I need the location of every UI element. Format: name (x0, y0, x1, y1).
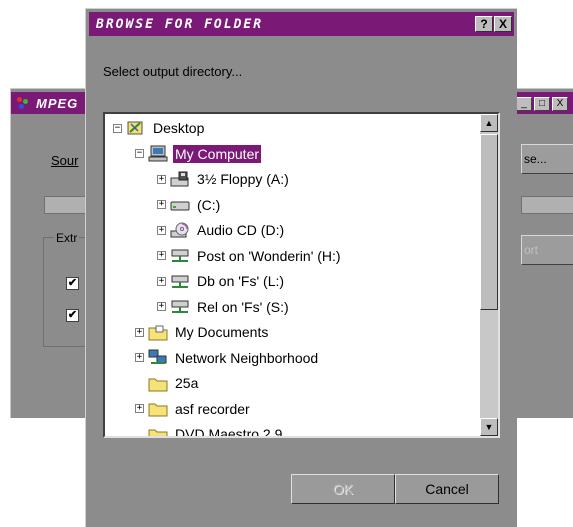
expand-icon[interactable]: + (135, 327, 144, 337)
tree-row[interactable]: − Desktop (113, 116, 206, 140)
tree-row[interactable]: − My Computer (135, 142, 262, 166)
ok-button[interactable]: OK (291, 474, 395, 504)
folder-tree[interactable]: − Desktop − My Computer +3½ Floppy (A:) + (C:)… (103, 112, 500, 438)
tree-row[interactable]: DVD Maestro 2.9 (135, 422, 284, 437)
scroll-down-icon[interactable]: ▼ (480, 418, 498, 436)
extract-checkbox-1[interactable]: ✔ (66, 277, 79, 290)
network-drive-icon (170, 298, 190, 315)
expand-icon[interactable]: + (157, 251, 166, 260)
tree-row[interactable]: + Db on 'Fs' (L:) (157, 269, 286, 293)
tree-row[interactable]: + asf recorder (135, 397, 252, 421)
scroll-up-icon[interactable]: ▲ (480, 114, 498, 132)
app-icon (17, 97, 31, 110)
tree-item-label[interactable]: Network Neighborhood (173, 349, 320, 367)
desktop-icon (126, 120, 146, 137)
maximize-icon[interactable]: □ (534, 97, 550, 111)
expand-icon[interactable]: + (157, 225, 166, 235)
tree-item-label[interactable]: Desktop (151, 119, 206, 137)
tree-row[interactable]: + Rel on 'Fs' (S:) (157, 295, 291, 319)
tree-item-label[interactable]: My Documents (173, 323, 270, 341)
tree-item-label[interactable]: 25a (173, 374, 200, 392)
expand-icon[interactable]: + (157, 276, 166, 286)
expand-icon[interactable]: + (157, 174, 166, 184)
browse-button[interactable]: se... (521, 144, 573, 174)
expand-icon[interactable]: + (135, 404, 144, 413)
tree-item-label[interactable]: 3½ Floppy (A:) (195, 170, 291, 188)
tree-item-label[interactable]: (C:) (195, 196, 222, 214)
extract-checkbox-2[interactable]: ✔ (66, 309, 79, 322)
network-drive-icon (170, 273, 190, 290)
folder-icon (148, 375, 168, 392)
cd-drive-icon (170, 222, 190, 239)
expand-icon[interactable]: + (157, 302, 166, 311)
tree-row[interactable]: + Audio CD (D:) (157, 218, 286, 242)
documents-folder-icon (148, 324, 168, 341)
close-icon[interactable]: X (494, 16, 512, 32)
tree-item-label[interactable]: Rel on 'Fs' (S:) (195, 298, 291, 316)
dialog-titlebar[interactable]: BROWSE FOR FOLDER ? X (89, 12, 514, 36)
folder-icon (148, 400, 168, 417)
tree-row[interactable]: 25a (135, 371, 200, 395)
tree-row[interactable]: + Network Neighborhood (135, 346, 320, 370)
tree-row[interactable]: + My Documents (135, 320, 270, 344)
dialog-prompt: Select output directory... (103, 64, 243, 79)
background-window-title: MPEG (36, 96, 79, 111)
network-drive-icon (170, 247, 190, 264)
tree-item-label[interactable]: Audio CD (D:) (195, 221, 286, 239)
tree-item-label[interactable]: DVD Maestro 2.9 (173, 425, 284, 436)
tree-item-label[interactable]: Db on 'Fs' (L:) (195, 272, 286, 290)
help-icon[interactable]: ? (475, 16, 493, 32)
floppy-drive-icon (170, 171, 190, 188)
folder-icon (148, 426, 168, 436)
expand-icon[interactable]: + (135, 353, 144, 362)
tree-item-label[interactable]: asf recorder (173, 400, 252, 418)
dialog-title: BROWSE FOR FOLDER (96, 17, 264, 32)
tree-row[interactable]: +3½ Floppy (A:) (157, 167, 291, 191)
minimize-icon[interactable]: _ (516, 97, 532, 111)
tree-item-label[interactable]: Post on 'Wonderin' (H:) (195, 247, 343, 265)
vertical-scrollbar[interactable]: ▲ ▼ (480, 114, 498, 436)
close-icon[interactable]: X (552, 97, 568, 111)
tree-item-label[interactable]: My Computer (173, 144, 262, 163)
cancel-button[interactable]: Cancel (395, 474, 499, 504)
tree-row[interactable]: + (C:) (157, 193, 222, 217)
computer-icon (148, 145, 168, 162)
source-label: Sour (51, 153, 79, 168)
extract-group-label: Extr (54, 231, 80, 245)
collapse-icon[interactable]: − (113, 123, 122, 133)
source-field-right[interactable] (521, 196, 573, 214)
tree-row[interactable]: + Post on 'Wonderin' (H:) (157, 244, 343, 268)
browse-folder-dialog: BROWSE FOR FOLDER ? X Select output dire… (85, 8, 517, 527)
scroll-thumb[interactable] (480, 134, 498, 310)
collapse-icon[interactable]: − (135, 149, 144, 158)
expand-icon[interactable]: + (157, 200, 166, 209)
hard-drive-icon (170, 196, 190, 213)
network-neighborhood-icon (148, 349, 168, 366)
start-button[interactable]: ort (521, 235, 573, 265)
